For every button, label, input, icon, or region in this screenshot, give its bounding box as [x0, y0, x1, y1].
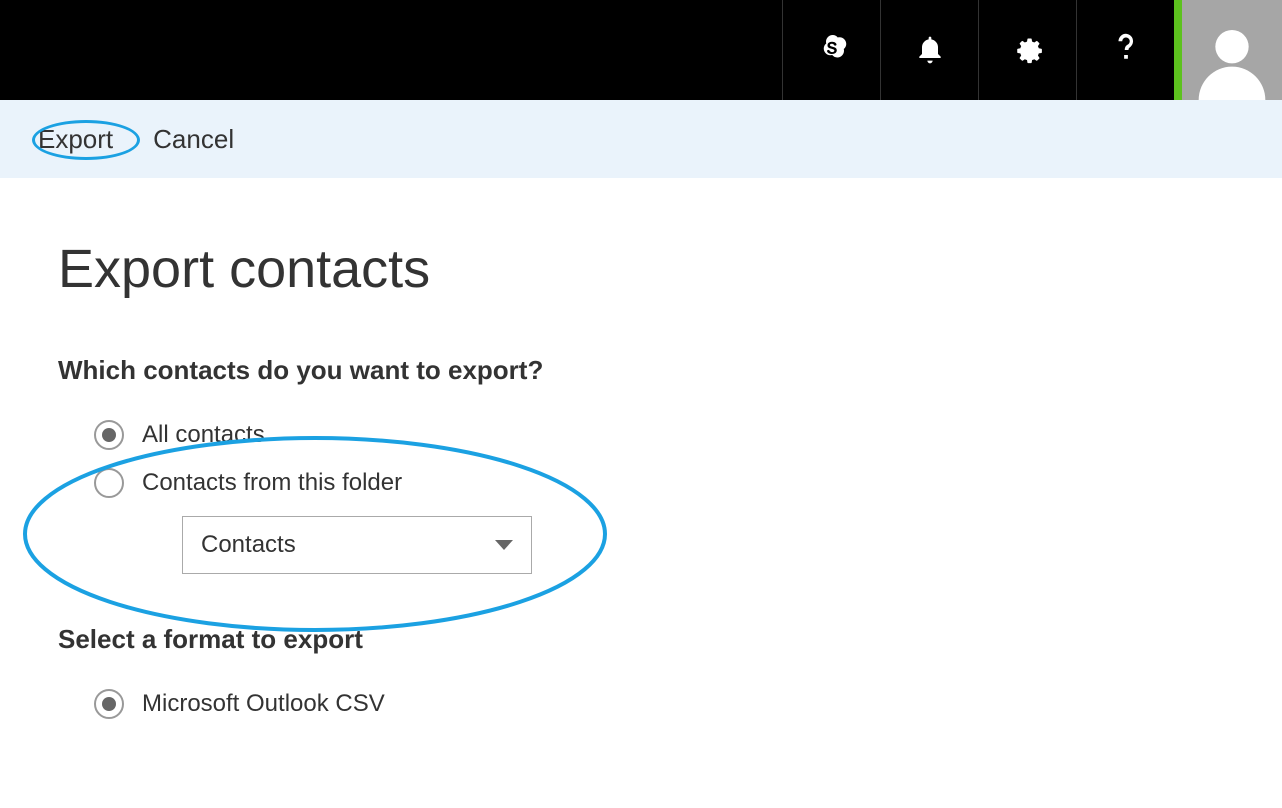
settings-icon[interactable]: [978, 0, 1076, 100]
cancel-button[interactable]: Cancel: [153, 124, 234, 155]
contacts-radio-group: All contacts Contacts from this folder C…: [58, 420, 1282, 574]
accent-bar: [1174, 0, 1182, 100]
radio-row-all-contacts: All contacts: [94, 420, 1282, 450]
avatar[interactable]: [1182, 0, 1282, 100]
radio-outlook-csv[interactable]: [94, 689, 124, 719]
radio-row-folder-contacts: Contacts from this folder: [94, 468, 1282, 498]
top-bar: [0, 0, 1282, 100]
skype-icon[interactable]: [782, 0, 880, 100]
section-which-contacts-label: Which contacts do you want to export?: [58, 355, 1282, 386]
page-title: Export contacts: [58, 238, 1282, 300]
notifications-icon[interactable]: [880, 0, 978, 100]
folder-select-value: Contacts: [201, 531, 296, 559]
help-icon[interactable]: [1076, 0, 1174, 100]
content-area: Export contacts Which contacts do you wa…: [0, 178, 1282, 719]
section-format-label: Select a format to export: [58, 624, 1282, 655]
radio-all-contacts-label: All contacts: [142, 421, 265, 449]
radio-all-contacts[interactable]: [94, 420, 124, 450]
command-bar: Export Cancel: [0, 100, 1282, 178]
export-button[interactable]: Export: [38, 124, 113, 155]
radio-outlook-csv-label: Microsoft Outlook CSV: [142, 690, 385, 718]
radio-folder-contacts[interactable]: [94, 468, 124, 498]
radio-folder-contacts-label: Contacts from this folder: [142, 469, 402, 497]
folder-select[interactable]: Contacts: [182, 516, 532, 574]
radio-row-csv: Microsoft Outlook CSV: [94, 689, 1282, 719]
format-radio-group: Microsoft Outlook CSV: [58, 689, 1282, 719]
chevron-down-icon: [495, 540, 513, 550]
